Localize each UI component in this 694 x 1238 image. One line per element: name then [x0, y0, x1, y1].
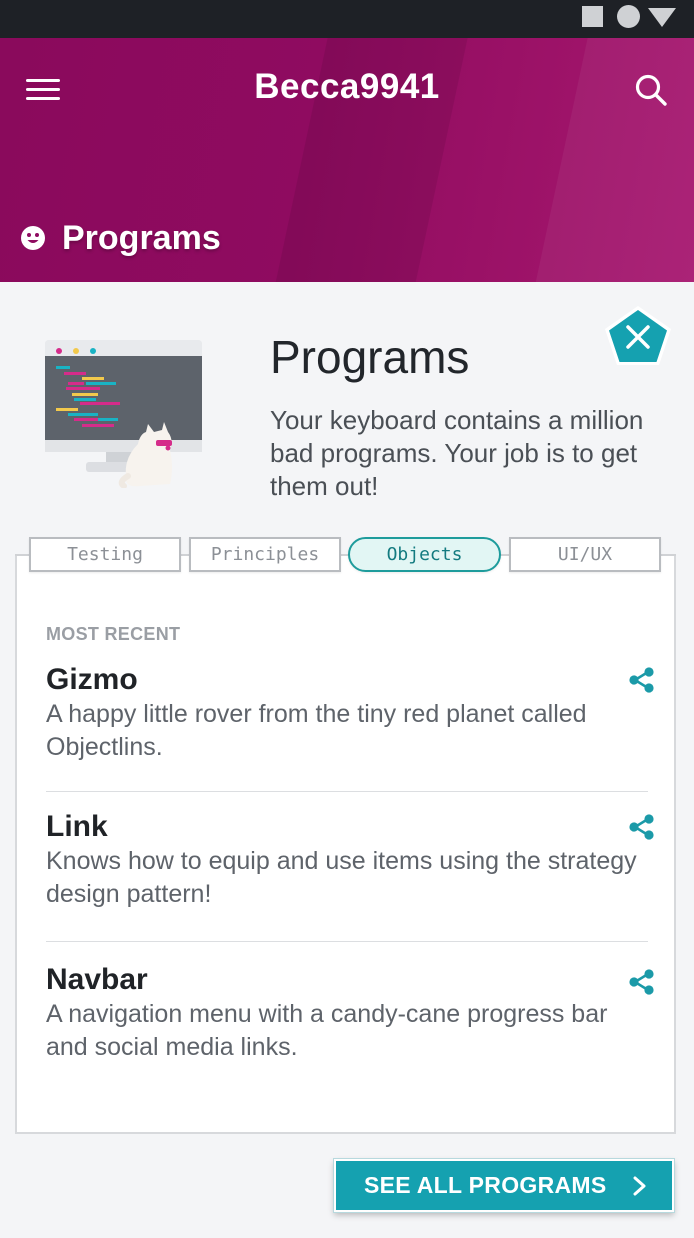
chevron-right-icon	[633, 1176, 646, 1196]
program-name: Link	[46, 810, 108, 843]
section-title: Programs	[62, 218, 221, 257]
see-all-programs-button[interactable]: SEE ALL PROGRAMS	[334, 1159, 674, 1212]
signal-icon	[648, 8, 676, 27]
share-icon	[629, 969, 654, 995]
share-button[interactable]	[628, 968, 656, 996]
divider	[46, 941, 648, 942]
status-bar	[0, 0, 694, 38]
most-recent-label: MOST RECENT	[46, 624, 181, 644]
intro-title: Programs	[270, 331, 470, 383]
divider	[46, 791, 648, 792]
close-icon	[605, 306, 671, 365]
tab-ui-ux[interactable]: UI/UX	[509, 537, 661, 572]
program-name: Navbar	[46, 963, 148, 996]
smile-icon	[21, 226, 45, 250]
search-button[interactable]	[632, 71, 670, 109]
tab-objects[interactable]: Objects	[348, 537, 501, 572]
program-description: A happy little rover from the tiny red p…	[46, 700, 587, 761]
username-title: Becca9941	[254, 67, 440, 106]
program-name: Gizmo	[46, 663, 138, 696]
stop-icon	[582, 6, 603, 27]
share-icon	[629, 814, 654, 840]
search-icon	[635, 74, 667, 106]
intro-description: Your keyboard contains a million bad pro…	[270, 405, 644, 501]
tab-testing[interactable]: Testing	[29, 537, 181, 572]
share-button[interactable]	[628, 813, 656, 841]
program-description: Knows how to equip and use items using t…	[46, 847, 637, 908]
computer-cat-illustration	[45, 340, 202, 488]
section-heading: Programs	[20, 216, 221, 260]
list-item[interactable]: Navbar A navigation menu with a candy-ca…	[46, 962, 648, 1064]
close-button[interactable]	[602, 303, 674, 369]
share-icon	[629, 667, 654, 693]
list-item[interactable]: Link Knows how to equip and use items us…	[46, 809, 648, 911]
tab-principles[interactable]: Principles	[189, 537, 341, 572]
program-description: A navigation menu with a candy-cane prog…	[46, 1000, 608, 1061]
app-header: Becca9941 Programs	[0, 38, 694, 282]
see-all-label: SEE ALL PROGRAMS	[364, 1172, 607, 1198]
share-button[interactable]	[628, 666, 656, 694]
record-icon	[617, 5, 640, 28]
list-item[interactable]: Gizmo A happy little rover from the tiny…	[46, 662, 648, 764]
